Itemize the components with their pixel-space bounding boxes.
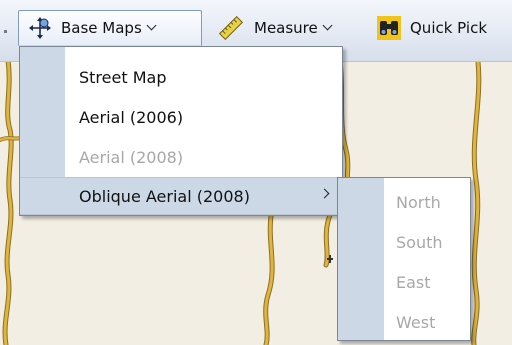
menu-item-label: Street Map	[79, 67, 167, 87]
toolbar-separator	[4, 30, 7, 33]
chevron-right-icon	[319, 188, 330, 199]
menu-item-label: Oblique Aerial (2008)	[79, 186, 250, 206]
chevron-down-icon	[146, 20, 157, 31]
submenu-item-label: East	[396, 272, 431, 292]
measure-button[interactable]: Measure	[212, 10, 362, 46]
submenu-item-east: East	[338, 262, 470, 302]
submenu-item-label: West	[396, 312, 436, 332]
submenu-item-label: North	[396, 192, 441, 212]
menu-item-oblique-aerial-2008[interactable]: Oblique Aerial (2008)	[20, 177, 342, 215]
measure-label: Measure	[254, 19, 318, 37]
submenu-item-south: South	[338, 222, 470, 262]
menu-item-aerial-2006[interactable]: Aerial (2006)	[20, 98, 342, 136]
chevron-down-icon	[322, 20, 333, 31]
quick-pick-button[interactable]: Quick Pick	[372, 10, 512, 46]
oblique-aerial-submenu: North South East West	[337, 177, 471, 341]
menu-item-label: Aerial (2008)	[79, 147, 184, 167]
submenu-item-label: South	[396, 232, 443, 252]
submenu-item-north: North	[338, 182, 470, 222]
submenu-item-west: West	[338, 302, 470, 342]
base-maps-menu: Street Map Aerial (2006) Aerial (2008) O…	[19, 46, 343, 216]
base-maps-button[interactable]: Base Maps	[18, 10, 202, 46]
binoculars-icon	[376, 15, 402, 41]
menu-item-label: Aerial (2006)	[79, 107, 184, 127]
pan-arrows-icon	[27, 15, 53, 41]
base-maps-label: Base Maps	[61, 19, 142, 37]
menu-item-street-map[interactable]: Street Map	[20, 58, 342, 96]
ruler-icon	[218, 15, 244, 41]
quick-pick-label: Quick Pick	[410, 19, 487, 37]
menu-item-aerial-2008: Aerial (2008)	[20, 138, 342, 176]
